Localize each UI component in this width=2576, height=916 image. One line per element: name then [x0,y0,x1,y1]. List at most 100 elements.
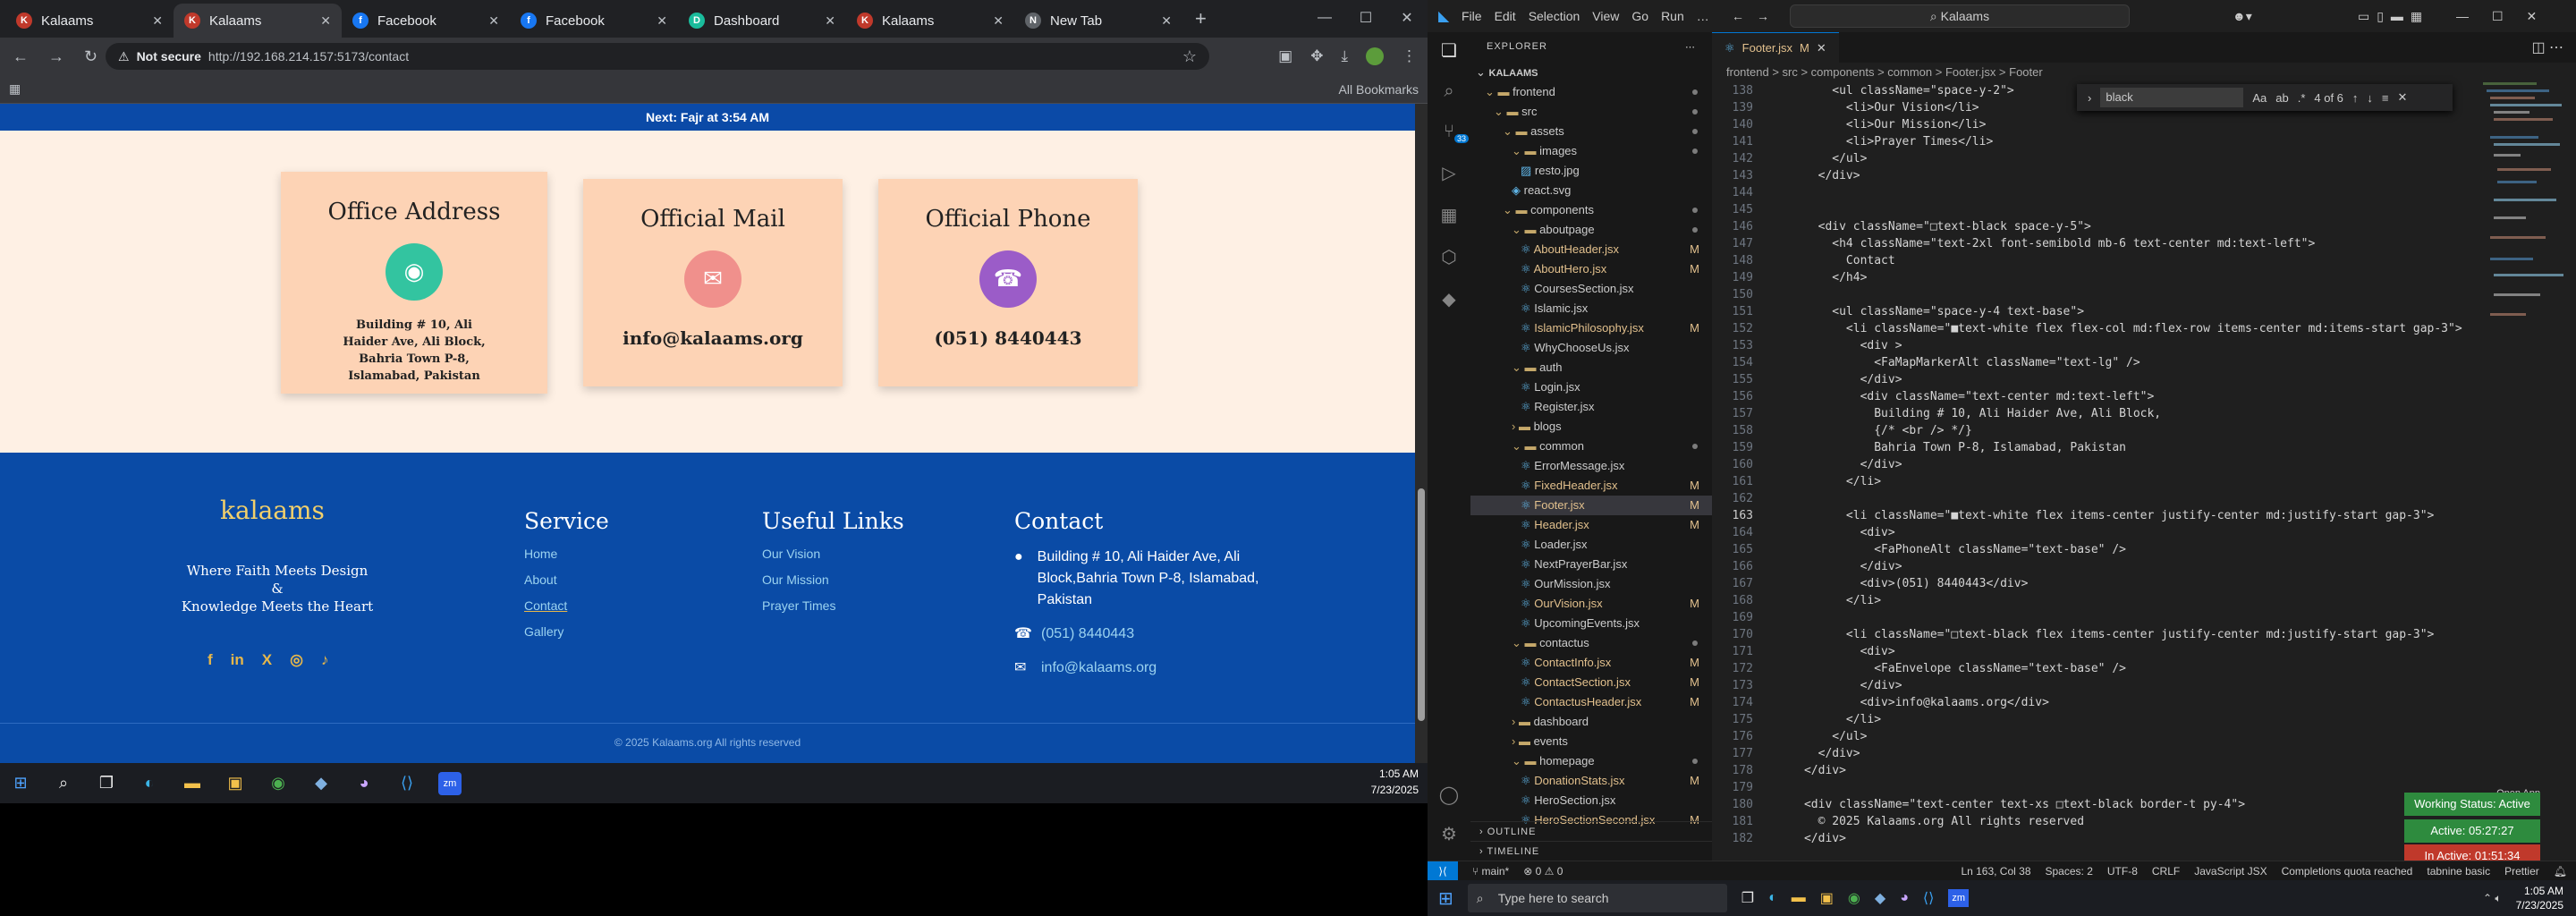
tree-file[interactable]: ⚛ DonationStats.jsx M [1470,771,1712,791]
all-bookmarks-button[interactable]: All Bookmarks [1339,82,1419,97]
tree-folder[interactable]: › ▬ dashboard [1470,712,1712,732]
close-tab-icon[interactable]: ✕ [1817,41,1826,55]
code-line[interactable]: 158 {/* <br /> */} [1712,422,2576,439]
vscode-icon[interactable]: ⟨⟩ [1923,889,1934,907]
task-view-icon[interactable]: ❐ [1741,889,1754,907]
extensions-icon[interactable]: ▦ [1441,204,1458,226]
tree-folder[interactable]: ⌄ ▬ homepage [1470,751,1712,771]
code-line[interactable]: 159 Bahria Town P-8, Islamabad, Pakistan [1712,439,2576,456]
tree-file[interactable]: ⚛ NextPrayerBar.jsx [1470,555,1712,574]
browser-tab[interactable]: D Dashboard ✕ [678,4,846,38]
chrome-icon[interactable]: ◉ [267,772,290,795]
menu-item[interactable]: View [1592,9,1619,23]
indentation[interactable]: Spaces: 2 [2046,865,2093,878]
clock-right[interactable]: 1:05 AM 7/23/2025 [2516,884,2563,912]
code-line[interactable]: 149 </h4> [1712,269,2576,286]
code-line[interactable]: 172 <FaEnvelope className="text-base" /> [1712,660,2576,677]
next-match-icon[interactable]: ↓ [2367,91,2373,105]
browser-tab[interactable]: K Kalaams ✕ [5,4,174,38]
tree-file[interactable]: ⚛ OurVision.jsx M [1470,594,1712,614]
close-tab-icon[interactable]: ✕ [825,13,835,29]
profile-avatar[interactable] [1366,47,1384,65]
code-line[interactable]: 140 <li>Our Mission</li> [1712,116,2576,133]
code-line[interactable]: 166 </div> [1712,558,2576,575]
vpn-icon[interactable]: ◆ [309,772,333,795]
code-line[interactable]: 141 <li>Prayer Times</li> [1712,133,2576,150]
github-icon[interactable]: ◕ [352,772,376,795]
vscode-icon[interactable]: ⟨⟩ [395,772,419,795]
code-line[interactable]: 163 <li className="■text-white flex item… [1712,507,2576,524]
tab-footer-jsx[interactable]: ⚛ Footer.jsx M ✕ [1712,32,1839,63]
footer-link-gallery[interactable]: Gallery [524,624,609,639]
close-tab-icon[interactable]: ✕ [657,13,667,29]
prev-match-icon[interactable]: ↑ [2352,91,2359,105]
language-mode[interactable]: JavaScript JSX [2194,865,2267,878]
tree-folder[interactable]: ⌄ ▬ src [1470,102,1712,122]
remote-icon[interactable]: ⟩⟨ [1428,861,1458,881]
tree-folder[interactable]: ⌄ ▬ contactus [1470,633,1712,653]
toggle-replace-icon[interactable]: › [2088,91,2091,105]
line-endings[interactable]: CRLF [2152,865,2180,878]
browser-tab[interactable]: f Facebook ✕ [342,4,510,38]
windows-start-icon[interactable]: ⊞ [9,772,32,795]
back-icon[interactable]: ← [13,47,29,66]
find-in-selection-icon[interactable]: ≡ [2382,91,2389,105]
tree-file[interactable]: ◈ react.svg [1470,181,1712,200]
tree-file[interactable]: ⚛ ContactInfo.jsx M [1470,653,1712,673]
tree-file[interactable]: ⚛ ErrorMessage.jsx [1470,456,1712,476]
close-tab-icon[interactable]: ✕ [1161,13,1172,29]
code-line[interactable]: 155 </div> [1712,371,2576,388]
edge-icon[interactable]: ◐ [138,772,161,795]
problems-indicator[interactable]: ⊗ 0 ⚠ 0 [1523,865,1563,878]
tree-file[interactable]: ⚛ AboutHero.jsx M [1470,259,1712,279]
whole-word-icon[interactable]: ab [2275,91,2288,105]
menu-dots-icon[interactable]: ⋮ [1402,47,1417,65]
store-icon[interactable]: ▣ [1820,889,1834,907]
tabnine-status[interactable]: Completions quota reached [2282,865,2413,878]
code-line[interactable]: 150 [1712,286,2576,303]
code-line[interactable]: 156 <div className="text-center md:text-… [1712,388,2576,405]
url-text[interactable]: http://192.168.214.157:5173/contact [208,49,409,64]
instagram-icon[interactable]: ◎ [290,651,303,669]
split-editor-icon[interactable]: ◫ ⋯ [2531,38,2563,56]
browser-tab[interactable]: K Kalaams ✕ [846,4,1014,38]
footer-link-about[interactable]: About [524,572,609,587]
prettier-status[interactable]: Prettier [2504,865,2539,878]
maximize-icon[interactable]: ☐ [1345,9,1386,27]
task-view-icon[interactable]: ❐ [95,772,118,795]
close-tab-icon[interactable]: ✕ [152,13,163,29]
menu-item[interactable]: File [1462,9,1482,23]
code-line[interactable]: 171 <div> [1712,643,2576,660]
bell-icon[interactable]: 🔔︎ [2554,865,2567,878]
close-tab-icon[interactable]: ✕ [320,13,331,29]
menu-item[interactable]: Edit [1495,9,1516,23]
close-tab-icon[interactable]: ✕ [993,13,1004,29]
windows-start-icon[interactable]: ⊞ [1438,887,1453,910]
edge-icon[interactable]: ◐ [1768,890,1777,906]
file-explorer-icon[interactable]: ▬ [1792,890,1806,906]
tree-folder[interactable]: ⌄ ▬ frontend [1470,82,1712,102]
tree-file[interactable]: ⚛ CoursesSection.jsx [1470,279,1712,299]
tree-file[interactable]: ⚛ Login.jsx [1470,377,1712,397]
code-line[interactable]: 146 <div className="□text-black space-y-… [1712,218,2576,235]
tree-folder[interactable]: ⌄ ▬ assets [1470,122,1712,141]
outline-section[interactable]: › OUTLINE [1470,821,1712,841]
code-line[interactable]: 153 <div > [1712,337,2576,354]
taskbar-clock[interactable]: 1:05 AM 7/23/2025 [1371,766,1419,798]
tree-file[interactable]: ⚛ Register.jsx [1470,397,1712,417]
tree-file[interactable]: ⚛ HeroSection.jsx [1470,791,1712,810]
menu-item[interactable]: Run [1661,9,1684,23]
browser-tab[interactable]: K Kalaams ✕ [174,4,342,38]
tiktok-icon[interactable]: ♪ [321,651,329,669]
command-center-search[interactable]: ⌕ Kalaams [1790,4,2130,28]
code-line[interactable]: 142 </ul> [1712,150,2576,167]
zoom-icon[interactable]: zm [1948,889,1970,907]
new-tab-button[interactable]: + [1195,7,1207,30]
window-controls[interactable]: —☐✕ [2456,9,2560,24]
address-bar[interactable]: ⚠ Not secure http://192.168.214.157:5173… [106,43,1209,70]
layout-icons[interactable]: ▭▯▬▦ [2358,9,2429,24]
tray-icons[interactable]: ⌃ 🔈︎ [2483,892,2502,905]
breadcrumb[interactable]: frontend > src > components > common > F… [1712,63,2576,82]
code-line[interactable]: 151 <ul className="space-y-4 text-base"> [1712,303,2576,320]
kalaams-logo[interactable]: kalaams [220,496,325,525]
